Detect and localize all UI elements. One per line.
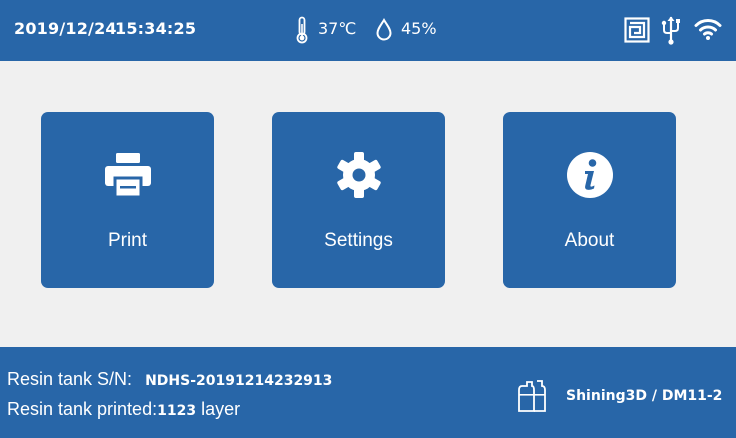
- date-display: 2019/12/24: [14, 19, 117, 38]
- printed-unit: layer: [201, 399, 241, 419]
- resin-tank-printed: Resin tank printed:1123 layer: [7, 399, 240, 420]
- printer-icon: [103, 150, 153, 205]
- info-icon: [565, 150, 615, 205]
- wifi-icon: [694, 17, 722, 46]
- printed-label: Resin tank printed:: [7, 399, 158, 419]
- print-button[interactable]: Print: [41, 112, 214, 288]
- device-model: Shining3D / DM11-2: [566, 388, 723, 404]
- usb-icon: [660, 15, 682, 50]
- resin-tank-sn: Resin tank S/N: NDHS-20191214232913: [7, 369, 332, 390]
- temperature-display: 37℃: [318, 19, 357, 38]
- status-bar: 2019/12/24 15:34:25 37℃ 45%: [0, 0, 736, 61]
- humidity-display: 45%: [401, 19, 437, 38]
- printed-value: 1123: [157, 403, 197, 419]
- info-footer: Resin tank S/N: NDHS-20191214232913 Resi…: [0, 347, 736, 438]
- sn-value: NDHS-20191214232913: [145, 373, 333, 389]
- thermometer-icon: [295, 16, 309, 49]
- settings-button[interactable]: Settings: [272, 112, 445, 288]
- droplet-icon: [375, 18, 393, 47]
- sn-label: Resin tank S/N:: [7, 369, 133, 389]
- resin-bottles-icon: [517, 378, 547, 419]
- settings-label: Settings: [324, 230, 393, 251]
- about-button[interactable]: About: [503, 112, 676, 288]
- gear-icon: [334, 150, 384, 205]
- main-menu: Print Settings About: [0, 61, 736, 347]
- time-display: 15:34:25: [115, 19, 197, 38]
- nfc-icon: [624, 17, 650, 48]
- print-label: Print: [107, 230, 148, 251]
- about-label: About: [564, 230, 615, 251]
